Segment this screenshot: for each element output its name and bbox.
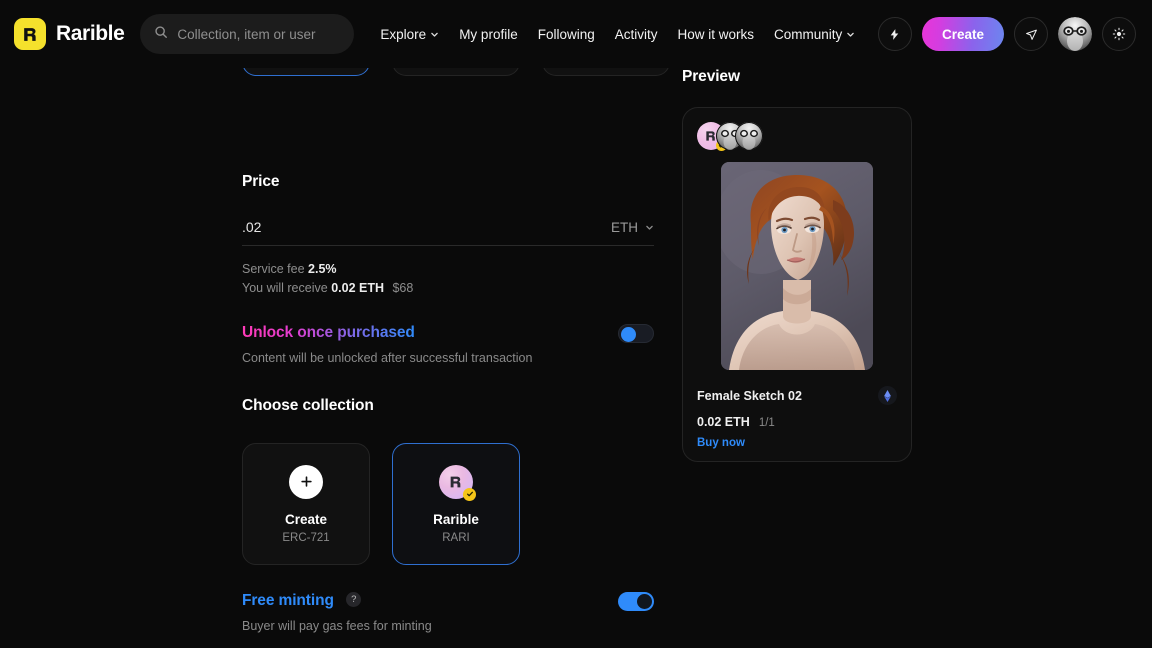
artwork-illustration — [721, 162, 873, 370]
preview-card: Female Sketch 02 0.02 ETH 1/1 Buy now — [682, 107, 912, 462]
nav-label: Community — [774, 26, 843, 42]
collection-title: Choose collection — [242, 397, 374, 414]
search-input[interactable] — [177, 26, 341, 42]
receive-usd: $68 — [392, 281, 414, 296]
brand-name: Rarible — [56, 22, 125, 45]
free-minting-description: Buyer will pay gas fees for minting — [242, 619, 432, 633]
price-input-row: ETH — [242, 219, 654, 246]
price-title: Price — [242, 173, 280, 190]
avatar-stack — [697, 122, 897, 151]
currency-value: ETH — [611, 220, 638, 235]
free-minting-toggle[interactable] — [618, 592, 654, 611]
unlock-description: Content will be unlocked after successfu… — [242, 351, 533, 365]
paper-plane-icon[interactable] — [1014, 17, 1048, 51]
preview-column: Preview Female Sketch 02 0.02 ETH 1/1 Bu… — [682, 68, 912, 462]
free-minting-title: Free minting — [242, 592, 334, 609]
price-input[interactable] — [242, 219, 502, 235]
nav-label: My profile — [459, 26, 518, 42]
create-item-page: Price ETH Service fee 2.5% You will rece… — [0, 54, 1152, 648]
sun-brightness-icon[interactable] — [1102, 17, 1136, 51]
rarible-logo-icon — [14, 18, 46, 50]
ethereum-icon — [878, 386, 897, 405]
price-section: Price ETH Service fee 2.5% You will rece… — [242, 173, 654, 299]
collection-cards: Create ERC-721 Rarible RARI — [242, 443, 654, 565]
buy-now-link[interactable]: Buy now — [697, 437, 897, 449]
question-mark-icon[interactable]: ? — [346, 592, 362, 607]
brand-logo[interactable]: Rarible — [14, 18, 125, 50]
nav-item-activity[interactable]: Activity — [615, 27, 658, 42]
collection-card-create[interactable]: Create ERC-721 — [242, 443, 370, 565]
free-minting-section: Free minting ? Buyer will pay gas fees f… — [242, 592, 654, 633]
header-actions: Create — [877, 17, 1136, 51]
preview-supply: 1/1 — [758, 417, 775, 429]
nav-item-how-it-works[interactable]: How it works — [678, 27, 755, 42]
nav-label: How it works — [677, 26, 755, 42]
service-fee-line: Service fee 2.5% — [242, 260, 654, 279]
preview-item-title: Female Sketch 02 — [697, 388, 802, 403]
collection-card-rarible[interactable]: Rarible RARI — [392, 443, 520, 565]
rarible-avatar-icon — [439, 464, 476, 501]
currency-select[interactable]: ETH — [611, 220, 654, 235]
receive-line: You will receive 0.02 ETH $68 — [242, 279, 654, 298]
plus-icon — [289, 464, 323, 499]
unlock-section: Unlock once purchased Content will be un… — [242, 324, 654, 365]
chevron-down-icon — [847, 32, 855, 37]
service-fee-value: 2.5% — [308, 262, 337, 276]
search-box[interactable] — [140, 14, 355, 54]
collection-card-name: Rarible — [433, 511, 479, 527]
nav-label: Explore — [380, 26, 427, 42]
receive-label: You will receive — [242, 281, 328, 296]
preview-price-row: 0.02 ETH 1/1 — [697, 415, 897, 429]
avatar[interactable] — [1058, 17, 1092, 51]
unlock-toggle[interactable] — [618, 324, 654, 343]
service-fee-label: Service fee — [242, 262, 305, 276]
search-icon — [154, 25, 168, 44]
collection-section: Choose collection Create ERC-721 Rarible… — [242, 397, 654, 565]
main-nav: Explore My profile Following Activity Ho… — [380, 27, 855, 42]
lightning-bolt-icon[interactable] — [877, 17, 912, 51]
collection-card-symbol: RARI — [442, 531, 470, 544]
fee-summary: Service fee 2.5% You will receive 0.02 E… — [242, 260, 654, 299]
nav-label: Activity — [614, 26, 658, 42]
create-button[interactable]: Create — [921, 17, 1004, 51]
nav-item-following[interactable]: Following — [538, 27, 595, 42]
preview-price: 0.02 ETH — [697, 415, 750, 429]
preview-title: Preview — [682, 68, 740, 85]
toggle-knob — [621, 327, 636, 342]
nav-item-my-profile[interactable]: My profile — [459, 27, 518, 42]
nav-item-community[interactable]: Community — [774, 27, 855, 42]
preview-title-row: Female Sketch 02 — [697, 386, 897, 405]
chevron-down-icon — [646, 225, 653, 230]
collection-card-name: Create — [284, 511, 328, 527]
receive-value: 0.02 ETH — [331, 281, 384, 296]
verified-badge-icon — [463, 487, 476, 501]
toggle-knob — [637, 594, 652, 609]
nav-label: Following — [537, 26, 595, 42]
top-header: Rarible Explore My profile Following Act… — [0, 0, 1152, 68]
creator-avatar-icon[interactable] — [735, 122, 763, 150]
nav-item-explore[interactable]: Explore — [380, 27, 439, 42]
unlock-title: Unlock once purchased — [242, 324, 415, 341]
chevron-down-icon — [431, 32, 438, 37]
collection-card-symbol: ERC-721 — [282, 531, 330, 544]
preview-artwork — [721, 162, 873, 370]
